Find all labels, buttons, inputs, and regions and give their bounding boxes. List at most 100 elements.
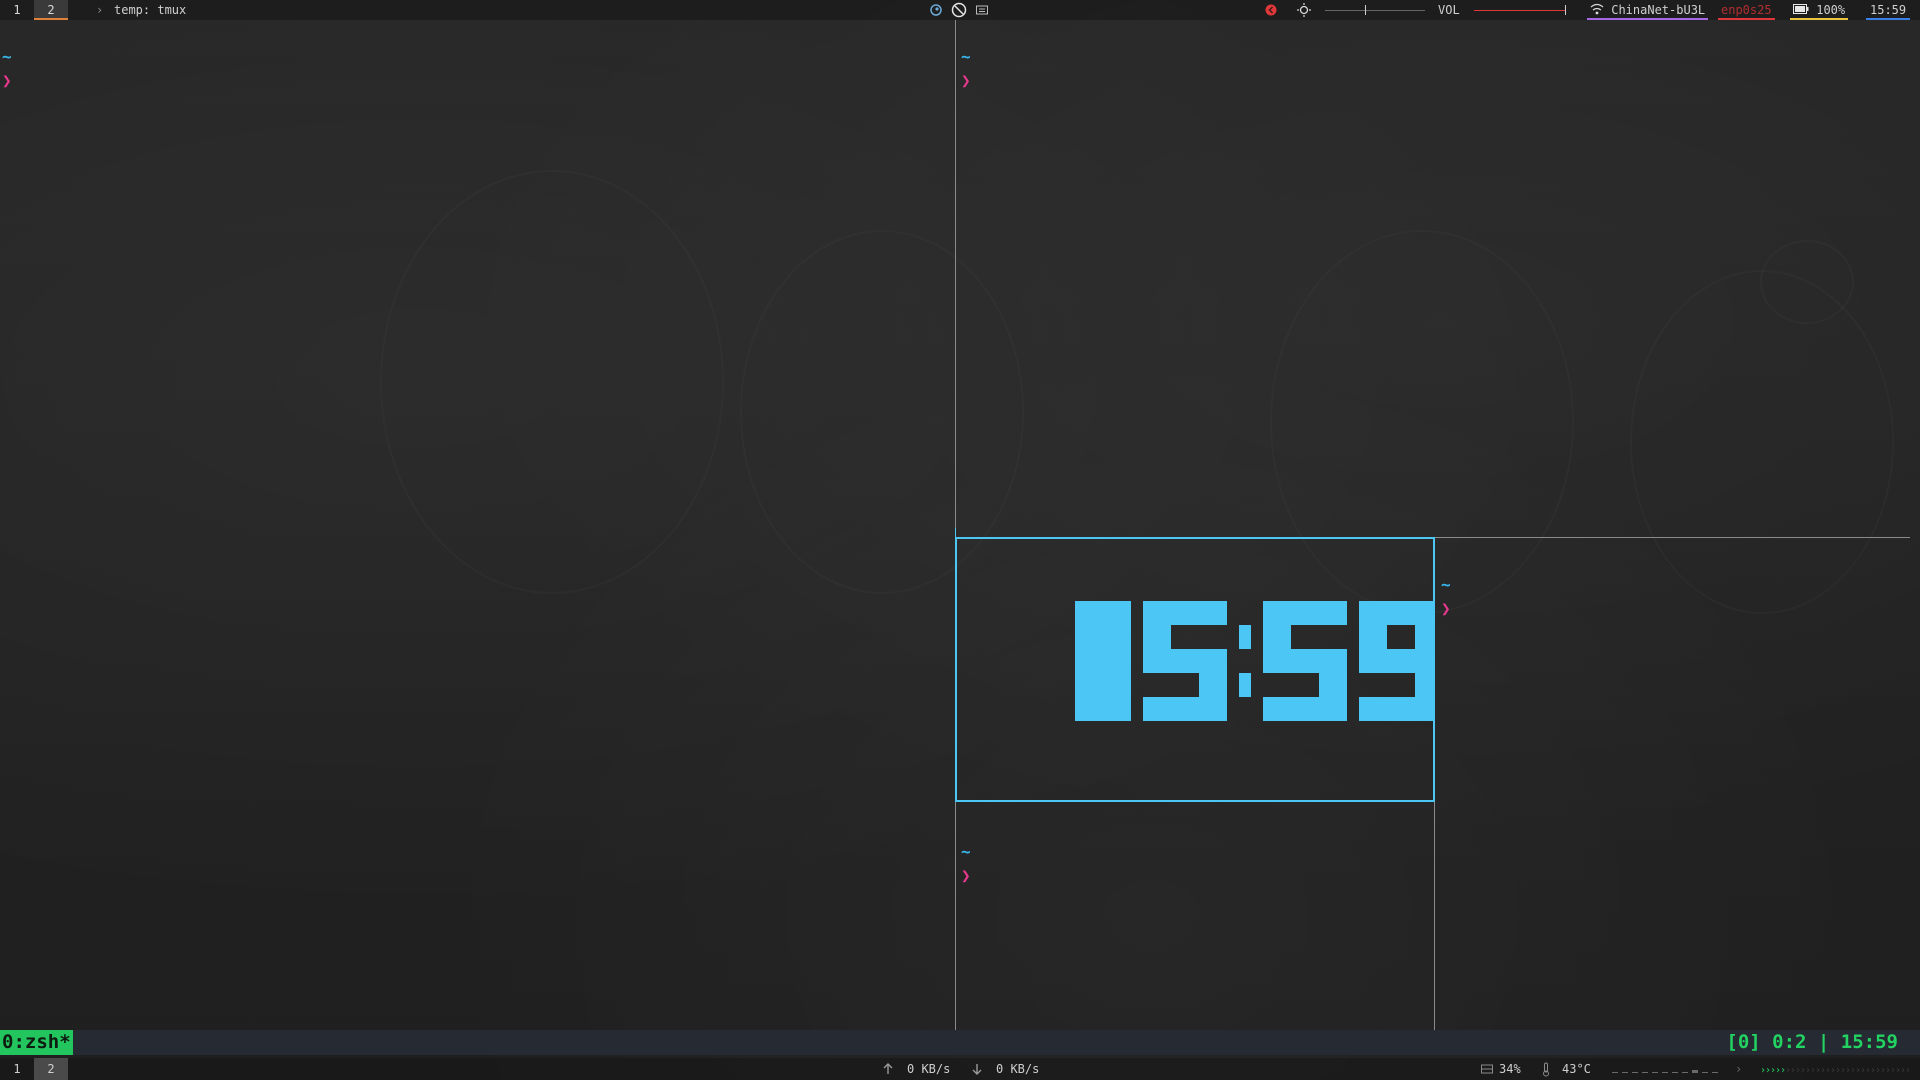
terminal-pane-right[interactable]: ~ ❯ bbox=[1441, 573, 1451, 621]
clock-digit-segment bbox=[1143, 601, 1171, 625]
clock-digit-segment bbox=[1103, 697, 1131, 721]
battery-widget[interactable]: 100% bbox=[1790, 0, 1849, 20]
clock-digit-segment bbox=[1415, 625, 1433, 649]
clock-digit-segment bbox=[1263, 649, 1291, 673]
clock-digit-segment bbox=[1387, 649, 1415, 673]
tmux-session-info: [0] 0:2 | 15:59 bbox=[1726, 1031, 1898, 1053]
clock-digit-segment bbox=[1415, 601, 1433, 625]
download-speed: 0 KB/s bbox=[996, 1062, 1040, 1076]
clock-digit-segment bbox=[1263, 601, 1291, 625]
prompt-symbol: ❯ bbox=[2, 71, 12, 90]
prompt-symbol: ❯ bbox=[961, 71, 971, 90]
clock-digit-segment bbox=[1199, 601, 1227, 625]
thermometer-icon bbox=[1541, 1058, 1551, 1080]
steam-icon[interactable] bbox=[929, 0, 943, 20]
clock-digit-segment bbox=[1075, 625, 1103, 649]
upload-speed: 0 KB/s bbox=[907, 1062, 951, 1076]
wallpaper-shape bbox=[1630, 270, 1894, 614]
clock-digit-segment bbox=[1239, 625, 1251, 649]
clock-widget[interactable]: 15:59 bbox=[1866, 0, 1911, 20]
activity-chevron: › bbox=[1905, 1065, 1910, 1076]
workspace-label: 2 bbox=[47, 3, 55, 17]
desktop: 1 2 › temp: tmux VOL ChinaNet-bU3L enp0s… bbox=[0, 0, 1920, 1080]
workspace-2[interactable]: 2 bbox=[34, 0, 68, 20]
upload-arrow-icon bbox=[882, 1058, 894, 1080]
no-entry-icon[interactable] bbox=[951, 0, 967, 20]
tmux-window-tab[interactable]: 0:zsh* bbox=[0, 1030, 73, 1055]
wifi-icon bbox=[1590, 3, 1611, 17]
clock-digit-segment bbox=[1263, 697, 1291, 721]
pane-divider-vertical[interactable] bbox=[955, 20, 956, 1030]
record-icon[interactable] bbox=[1264, 0, 1278, 20]
battery-icon bbox=[1793, 3, 1816, 17]
clock-digit-segment bbox=[1291, 601, 1319, 625]
clock-digit-segment bbox=[1103, 649, 1131, 673]
volume-slider[interactable] bbox=[1474, 0, 1566, 20]
ethernet-widget[interactable]: enp0s25 bbox=[1718, 0, 1775, 20]
clock-digit-segment bbox=[1075, 601, 1103, 625]
clock-digit-segment bbox=[1291, 649, 1319, 673]
workspace-1[interactable]: 1 bbox=[0, 0, 34, 20]
bottom-status-bar: 1 2 0 KB/s 0 KB/s 34% 43°C › › › › › › ›… bbox=[0, 1058, 1920, 1080]
clock-digit-segment bbox=[1143, 649, 1171, 673]
prompt-symbol: ❯ bbox=[961, 866, 971, 885]
clock-digit-segment bbox=[1387, 601, 1415, 625]
workspace-1[interactable]: 1 bbox=[0, 1058, 34, 1080]
top-status-bar: 1 2 › temp: tmux VOL ChinaNet-bU3L enp0s… bbox=[0, 0, 1920, 20]
cpu-usage-graph bbox=[1612, 1058, 1722, 1080]
clock-digit-segment bbox=[1171, 697, 1199, 721]
prompt-directory: ~ bbox=[1441, 575, 1451, 594]
clock-digit-segment bbox=[1359, 697, 1387, 721]
prompt-directory: ~ bbox=[961, 842, 971, 861]
clock-digit-segment bbox=[1143, 625, 1171, 649]
clock-digit-segment bbox=[1359, 649, 1387, 673]
clock-digit-segment bbox=[1199, 697, 1227, 721]
keyboard-icon[interactable] bbox=[975, 0, 989, 20]
clock-digit-segment bbox=[1199, 673, 1227, 697]
clock-digit-segment bbox=[1103, 673, 1131, 697]
window-title: temp: tmux bbox=[114, 3, 187, 17]
clock-display bbox=[1075, 601, 1433, 721]
clock-digit-segment bbox=[1319, 673, 1347, 697]
terminal-pane-top-right[interactable]: ~ ❯ bbox=[961, 45, 971, 93]
prompt-directory: ~ bbox=[2, 47, 12, 66]
terminal-pane-left[interactable]: ~ ❯ bbox=[2, 45, 12, 93]
clock-digit-segment bbox=[1387, 697, 1415, 721]
download-arrow-icon bbox=[971, 1058, 983, 1080]
clock-digit-segment bbox=[1199, 649, 1227, 673]
clock-digit-segment bbox=[1075, 649, 1103, 673]
volume-label: VOL bbox=[1438, 3, 1460, 17]
clock-digit-segment bbox=[1171, 649, 1199, 673]
terminal-pane-bottom[interactable]: ~ ❯ bbox=[961, 840, 971, 888]
clock-digit-segment bbox=[1291, 697, 1319, 721]
chevron-right-icon: › bbox=[96, 3, 104, 17]
clock-digit-segment bbox=[1171, 601, 1199, 625]
chevron-right-icon: › bbox=[1735, 1062, 1743, 1076]
clock-digit-segment bbox=[1239, 673, 1251, 697]
tmux-status-line: 0:zsh* [0] 0:2 | 15:59 bbox=[0, 1030, 1920, 1055]
clock-digit-segment bbox=[1263, 625, 1291, 649]
wifi-widget[interactable]: ChinaNet-bU3L bbox=[1587, 0, 1709, 20]
ethernet-name: enp0s25 bbox=[1721, 3, 1772, 17]
battery-level: 100% bbox=[1816, 3, 1846, 17]
clock-digit-segment bbox=[1415, 649, 1433, 673]
workspace-label: 1 bbox=[13, 1062, 21, 1076]
workspace-2[interactable]: 2 bbox=[34, 1058, 68, 1080]
pane-divider-horizontal[interactable] bbox=[1434, 537, 1910, 538]
clock-digit-segment bbox=[1319, 601, 1347, 625]
workspace-label: 2 bbox=[47, 1062, 55, 1076]
prompt-symbol: ❯ bbox=[1441, 599, 1451, 618]
clock-digit-segment bbox=[1319, 649, 1347, 673]
prompt-directory: ~ bbox=[961, 47, 971, 66]
wallpaper-shape bbox=[1760, 240, 1854, 324]
clock-digit-segment bbox=[1075, 673, 1103, 697]
clock-mode-pane[interactable] bbox=[955, 537, 1435, 802]
clock-digit-segment bbox=[1143, 697, 1171, 721]
clock-digit-segment bbox=[1359, 601, 1387, 625]
brightness-icon[interactable] bbox=[1296, 0, 1312, 20]
clock-time: 15:59 bbox=[1870, 3, 1907, 17]
clock-digit-segment bbox=[1359, 625, 1387, 649]
clock-digit-segment bbox=[1415, 673, 1433, 697]
activity-indicator: ›››››››››››››››››››››››››››››› bbox=[1760, 1058, 1911, 1080]
brightness-slider[interactable] bbox=[1325, 0, 1425, 20]
